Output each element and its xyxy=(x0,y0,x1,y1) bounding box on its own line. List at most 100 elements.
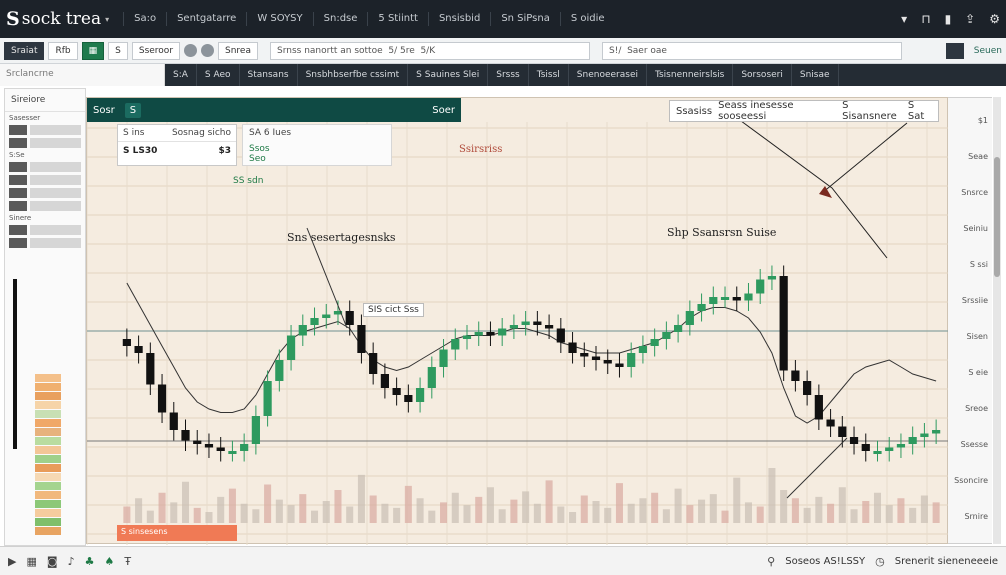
volume-bar xyxy=(909,507,917,523)
annotation: Sns sesertagesnsks xyxy=(287,231,396,244)
scrollbar[interactable] xyxy=(993,97,1001,544)
chart-type-button[interactable]: ▦ xyxy=(81,41,105,60)
nav-tab[interactable]: S Sauines Slei xyxy=(408,64,489,86)
volume-bar xyxy=(205,512,213,523)
calendar-icon[interactable]: ▦ xyxy=(26,555,36,568)
nav-tab[interactable]: Tsissl xyxy=(529,64,569,86)
share-icon[interactable]: ⇪ xyxy=(965,12,975,26)
candle xyxy=(509,325,519,329)
top-menu-item[interactable]: Sa:o xyxy=(123,12,166,26)
settings-icon[interactable]: ⚙ xyxy=(989,12,1000,26)
volume-bar xyxy=(170,502,178,523)
top-menu-item[interactable]: S oidie xyxy=(559,12,615,26)
candle xyxy=(556,328,565,343)
candle xyxy=(392,388,401,395)
price-axis[interactable]: $1 Seae Snsrce Seiniu S ssi Srssiie Sisen S eie… xyxy=(948,97,992,544)
top-menu-item[interactable]: 5 Stiintt xyxy=(367,12,428,26)
chart-header[interactable]: Sosr S Soer xyxy=(87,98,461,122)
indicator-icon[interactable]: ♠ xyxy=(104,555,114,568)
candle xyxy=(826,419,835,427)
toolbar-button-4[interactable]: Sseroor xyxy=(131,41,181,60)
toolbar-button-2[interactable]: Rfb xyxy=(48,41,78,60)
tree-icon[interactable]: ♣ xyxy=(85,555,95,568)
volume-bar xyxy=(393,507,401,523)
filter-icon[interactable]: ⊓ xyxy=(921,12,930,26)
watchlist-row[interactable] xyxy=(9,125,81,135)
candle xyxy=(638,346,648,353)
volume-bar xyxy=(510,499,518,523)
search-input[interactable] xyxy=(270,41,590,60)
price-tick: S ssi xyxy=(969,260,988,269)
watchlist-row[interactable] xyxy=(9,138,81,148)
candle xyxy=(498,328,507,336)
candle xyxy=(580,353,589,357)
watchlist-row[interactable] xyxy=(9,225,81,235)
layout-icon[interactable] xyxy=(945,42,964,59)
lock-icon[interactable]: ⚲ xyxy=(767,555,775,568)
nav-tab[interactable]: Srsss xyxy=(488,64,529,86)
clock-icon[interactable]: ◷ xyxy=(875,555,885,568)
top-menu-item[interactable]: Sn:dse xyxy=(312,12,368,26)
price-tag[interactable]: SIS cict Sss xyxy=(363,303,424,317)
top-menu-item[interactable]: Snsisbid xyxy=(427,12,490,26)
volume-bar xyxy=(744,502,752,523)
watchlist-row[interactable] xyxy=(9,201,81,211)
price-tick: Sisen xyxy=(966,332,988,341)
play-icon[interactable]: ▶ xyxy=(8,555,16,568)
chart-mode[interactable]: Soer xyxy=(432,105,455,116)
text-icon[interactable]: Ŧ xyxy=(124,555,131,568)
toolbar-button-1[interactable]: Sraiat xyxy=(4,41,45,60)
watchlist-row[interactable] xyxy=(9,162,81,172)
volume-bar xyxy=(569,512,577,523)
candle xyxy=(756,279,765,294)
target-icon[interactable] xyxy=(201,44,215,57)
toolbar-button-3[interactable]: S xyxy=(108,41,128,60)
app-logo[interactable]: S sock trea ▾ xyxy=(6,8,109,30)
breadcrumb[interactable]: Srclancrne xyxy=(0,64,165,86)
chart-interval[interactable]: S xyxy=(124,102,142,118)
camera-icon[interactable]: ◙ xyxy=(47,555,58,568)
candle xyxy=(298,325,307,336)
nav-tab[interactable]: Snsbhbserfbe cssimt xyxy=(298,64,409,86)
watchlist-row[interactable] xyxy=(9,238,81,248)
top-menu-item[interactable]: Sentgatarre xyxy=(166,12,246,26)
nav-tab[interactable]: Stansans xyxy=(240,64,298,86)
quote-value: $3 xyxy=(218,146,231,156)
watchlist-row[interactable] xyxy=(9,188,81,198)
toolbar-button-5[interactable]: Snrea xyxy=(218,41,258,60)
brand-tag: Seuen xyxy=(973,45,1002,56)
music-note-icon[interactable]: ♪ xyxy=(68,555,75,568)
symbol-input[interactable] xyxy=(602,41,902,60)
candle xyxy=(908,437,917,444)
nav-tab[interactable]: Tsisnenneirslsis xyxy=(647,64,734,86)
candle xyxy=(169,412,178,430)
record-icon[interactable] xyxy=(184,44,198,57)
candle xyxy=(533,321,542,325)
volume-bar xyxy=(498,509,506,523)
candle xyxy=(615,363,624,367)
bookmark-icon[interactable]: ▮ xyxy=(945,12,952,26)
top-menu-item[interactable]: Sn SiPsna xyxy=(490,12,560,26)
candle xyxy=(674,325,683,332)
nav-tab[interactable]: Snenoeerasei xyxy=(569,64,647,86)
legend[interactable]: Ssasiss Seass inesesse sooseessi S Sisan… xyxy=(669,100,939,122)
nav-tab[interactable]: S Aeo xyxy=(197,64,240,86)
nav-tab[interactable]: S:A xyxy=(165,64,197,86)
candle xyxy=(474,332,483,336)
volume-bar xyxy=(287,505,295,523)
toolbar-right: Seuen xyxy=(945,42,1002,59)
candle xyxy=(744,293,753,301)
volume-bar xyxy=(264,484,272,523)
volume-bar xyxy=(334,490,342,523)
nav-tab[interactable]: Sorsoseri xyxy=(733,64,792,86)
nav-tab[interactable]: Snisae xyxy=(792,64,839,86)
watchlist-row[interactable] xyxy=(9,175,81,185)
volume-bar xyxy=(135,498,143,523)
price-chart[interactable]: Sosr S Soer S ins Sosnag sicho S LS30 $3… xyxy=(86,97,949,545)
candle xyxy=(697,304,706,311)
candle xyxy=(462,335,472,339)
top-menu-item[interactable]: W SOYSY xyxy=(246,12,312,26)
scrollbar-thumb[interactable] xyxy=(994,157,1000,277)
chevron-down-icon[interactable]: ▾ xyxy=(105,15,109,24)
pin-icon[interactable]: ▾ xyxy=(901,12,907,26)
